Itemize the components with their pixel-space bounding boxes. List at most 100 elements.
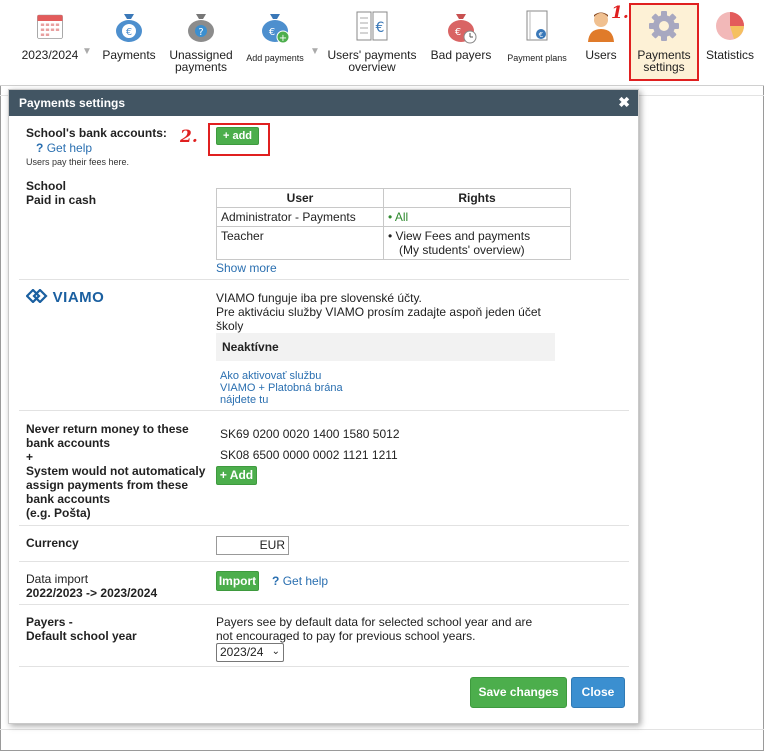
viamo-logo-text: VIAMO — [52, 289, 105, 306]
add-payments-dropdown-arrow-icon[interactable]: ▼ — [310, 46, 320, 57]
ledger-book-icon: € — [356, 11, 388, 41]
toolbar-unassigned-payments[interactable]: ? Unassigned payments — [165, 8, 237, 73]
save-changes-button[interactable]: Save changes — [470, 677, 567, 708]
excluded-account: SK08 6500 0000 0002 1121 1211 — [220, 448, 398, 462]
bad-payers-bag-icon: € — [448, 14, 477, 44]
default-year-value: 2023/24 — [220, 645, 264, 659]
divider — [19, 525, 629, 526]
toolbar-unassigned-label-2: payments — [174, 60, 228, 74]
col-rights-header: Rights — [383, 188, 571, 208]
never-return-line-4: System would not automaticaly — [26, 464, 206, 478]
toolbar-add-payments-label: Add payments — [246, 53, 304, 63]
viamo-text-2: Pre aktiváciu služby VIAMO prosím zadajt… — [216, 305, 541, 319]
payers-description: Payers see by default data for selected … — [216, 615, 532, 643]
viamo-link-line-3: nájdete tu — [220, 394, 269, 406]
viamo-activation-link[interactable]: Ako aktivovať službu VIAMO + Platobná br… — [220, 370, 343, 406]
table-header-row: User Rights — [216, 188, 571, 208]
viamo-status: Neaktívne — [222, 340, 279, 354]
svg-text:€: € — [269, 27, 275, 38]
year-dropdown-arrow-icon[interactable]: ▼ — [82, 46, 92, 57]
toolbar-users-label: Users — [585, 48, 617, 62]
bank-note: Users pay their fees here. — [26, 157, 130, 167]
add-excluded-account-button[interactable]: + Add — [216, 466, 257, 485]
add-bank-account-button[interactable]: + add — [216, 127, 259, 145]
table-row: Administrator - Payments • All — [216, 207, 571, 227]
toolbar-add-payments[interactable]: € + Add payments — [243, 8, 307, 64]
background-divider — [0, 729, 764, 730]
viamo-link-line-1: Ako aktivovať službu — [220, 370, 322, 382]
viamo-logo: VIAMO — [25, 288, 105, 306]
svg-text:€: € — [126, 27, 132, 38]
bank-accounts-section: School's bank accounts: ? Get help Users… — [26, 126, 167, 167]
user-cell: Teacher — [216, 226, 384, 260]
cash-section-label: School Paid in cash — [26, 179, 96, 207]
chevron-down-icon: ⌄ — [271, 646, 280, 657]
viamo-status-box: Neaktívne — [216, 333, 555, 361]
import-help-text: Get help — [282, 574, 329, 588]
import-button[interactable]: Import — [216, 571, 259, 591]
svg-text:€: € — [376, 20, 385, 36]
school-year-selector[interactable]: 2023/2024 — [18, 8, 82, 61]
toolbar-payments[interactable]: € Payments — [98, 8, 160, 61]
add-money-bag-icon: € + — [262, 14, 290, 44]
payers-label: Payers - Default school year — [26, 615, 137, 643]
show-more-link[interactable]: Show more — [216, 261, 277, 275]
data-import-label: Data import 2022/2023 -> 2023/2024 — [26, 572, 157, 600]
rights-cell: • All — [383, 207, 571, 227]
pie-chart-icon — [716, 12, 744, 40]
payers-line-1: Payers - — [26, 615, 73, 629]
viamo-link-line-2: VIAMO + Platobná brána — [220, 382, 343, 394]
payments-settings-dialog: Payments settings ✖ School's bank accoun… — [8, 89, 639, 724]
data-import-line-2: 2022/2023 -> 2023/2024 — [26, 586, 158, 600]
viamo-info: VIAMO funguje iba pre slovenské účty. Pr… — [216, 291, 541, 333]
divider — [19, 604, 629, 605]
bank-help-link[interactable]: ? Get help — [36, 141, 167, 155]
cash-rights-table: User Rights Administrator - Payments • A… — [216, 188, 571, 260]
close-button[interactable]: Close — [571, 677, 625, 708]
school-year-label: 2023/2024 — [21, 48, 79, 62]
payment-plan-document-icon: € — [526, 10, 548, 41]
payers-text-2: not encouraged to pay for previous schoo… — [216, 629, 476, 643]
toolbar-payment-plans-label: Payment plans — [507, 53, 567, 63]
payers-line-2: Default school year — [26, 629, 137, 643]
rights-value: All — [394, 210, 409, 224]
excluded-account: SK69 0200 0020 1400 1580 5012 — [220, 427, 400, 441]
user-cell: Administrator - Payments — [216, 207, 384, 227]
never-return-line-6: bank accounts — [26, 492, 111, 506]
bank-accounts-label: School's bank accounts: — [26, 126, 167, 140]
viamo-diamond-icon — [25, 288, 48, 304]
divider — [19, 666, 629, 667]
viamo-text-1: VIAMO funguje iba pre slovenské účty. — [216, 291, 422, 305]
help-icon: ? — [272, 574, 280, 588]
calendar-icon — [37, 14, 63, 39]
rights-value: View Fees and payments — [395, 229, 531, 243]
cash-label-school: School — [26, 179, 67, 193]
dialog-header: Payments settings ✖ — [9, 90, 638, 116]
never-return-line-7: (e.g. Pošta) — [26, 506, 91, 520]
never-return-line-2: bank accounts — [26, 436, 111, 450]
step-2-marker: 2. — [180, 127, 198, 147]
import-help-link[interactable]: ? Get help — [272, 574, 328, 588]
divider — [19, 410, 629, 411]
table-row: Teacher • View Fees and payments (My stud… — [216, 226, 571, 260]
gear-icon — [649, 11, 679, 41]
rights-cell: • View Fees and payments (My students' ov… — [383, 226, 571, 260]
close-icon[interactable]: ✖ — [618, 94, 630, 111]
step-1-marker: 1. — [611, 3, 629, 23]
svg-text:€: € — [539, 31, 543, 39]
toolbar-statistics[interactable]: Statistics — [702, 8, 758, 61]
default-year-select[interactable]: 2023/24 ⌄ — [216, 643, 284, 662]
toolbar-payment-plans[interactable]: € Payment plans — [502, 8, 572, 64]
currency-label: Currency — [26, 536, 79, 550]
toolbar-bad-payers[interactable]: € Bad payers — [428, 8, 494, 61]
toolbar-payments-label: Payments — [102, 48, 156, 62]
question-bag-icon: ? — [188, 14, 214, 42]
toolbar-payments-settings[interactable]: Payments settings — [631, 8, 697, 73]
svg-text:+: + — [279, 33, 287, 44]
toolbar-users-overview[interactable]: € Users' payments overview — [324, 8, 420, 73]
toolbar-settings-label-2: settings — [643, 60, 685, 74]
never-return-label: Never return money to these bank account… — [26, 422, 205, 520]
currency-input[interactable]: EUR — [216, 536, 289, 555]
divider — [19, 561, 629, 562]
money-bag-icon: € — [116, 14, 142, 42]
